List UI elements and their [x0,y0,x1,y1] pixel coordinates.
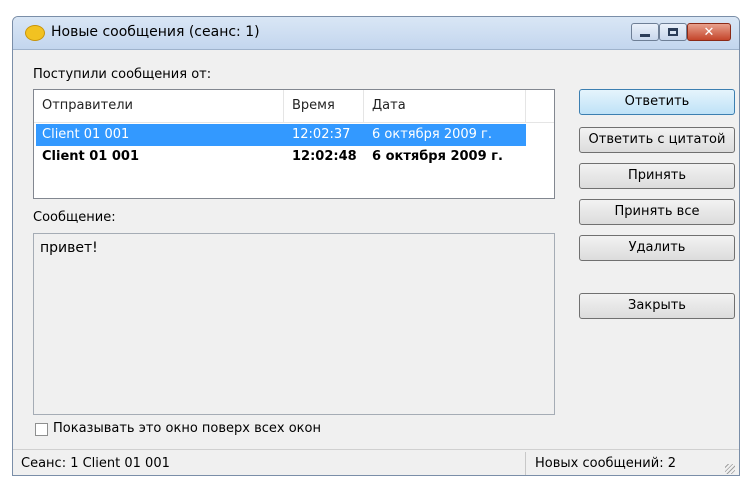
senders-label: Поступили сообщения от: [33,67,212,82]
close-button[interactable]: Закрыть [579,293,735,319]
message-text-area[interactable]: привет! [33,233,555,415]
chat-bubble-icon [25,25,45,41]
close-window-button[interactable]: ✕ [687,23,731,41]
sender-cell: Client 01 001 [42,149,140,164]
stay-on-top-checkbox[interactable] [35,423,48,436]
accept-all-button[interactable]: Принять все [579,199,735,225]
reply-with-quote-button[interactable]: Ответить с цитатой [579,127,735,153]
resize-grip-icon[interactable] [725,464,735,474]
window-title: Новые сообщения (сеанс: 1) [51,24,260,40]
new-messages-window: Новые сообщения (сеанс: 1) ✕ Поступили с… [12,16,740,476]
column-header-time[interactable]: Время [284,90,364,122]
senders-list[interactable]: Отправители Время Дата Client 01 001 12:… [33,89,555,199]
maximize-button[interactable] [659,23,687,41]
list-item[interactable]: Client 01 001 12:02:48 6 октября 2009 г. [36,146,526,168]
reply-button[interactable]: Ответить [579,89,735,115]
status-divider [525,452,526,475]
accept-button[interactable]: Принять [579,163,735,189]
status-bar: Сеанс: 1 Client 01 001 Новых сообщений: … [13,449,739,475]
date-cell: 6 октября 2009 г. [372,149,503,164]
time-cell: 12:02:48 [292,149,357,164]
list-header: Отправители Время Дата [34,90,554,123]
message-text: привет! [40,240,98,256]
session-status: Сеанс: 1 Client 01 001 [21,456,170,471]
maximize-icon [668,28,678,36]
title-bar[interactable]: Новые сообщения (сеанс: 1) ✕ [13,17,739,50]
column-header-senders[interactable]: Отправители [34,90,284,122]
stay-on-top-label[interactable]: Показывать это окно поверх всех окон [53,421,321,436]
date-cell: 6 октября 2009 г. [372,127,493,142]
close-icon: ✕ [703,24,715,40]
column-header-date[interactable]: Дата [364,90,526,122]
new-messages-count: Новых сообщений: 2 [535,456,676,471]
minimize-icon [640,33,650,37]
delete-button[interactable]: Удалить [579,235,735,261]
minimize-button[interactable] [631,23,659,41]
message-label: Сообщение: [33,210,116,225]
column-header-filler [526,90,554,122]
sender-cell: Client 01 001 [42,127,130,142]
list-item[interactable]: Client 01 001 12:02:37 6 октября 2009 г. [36,124,526,146]
time-cell: 12:02:37 [292,127,351,142]
